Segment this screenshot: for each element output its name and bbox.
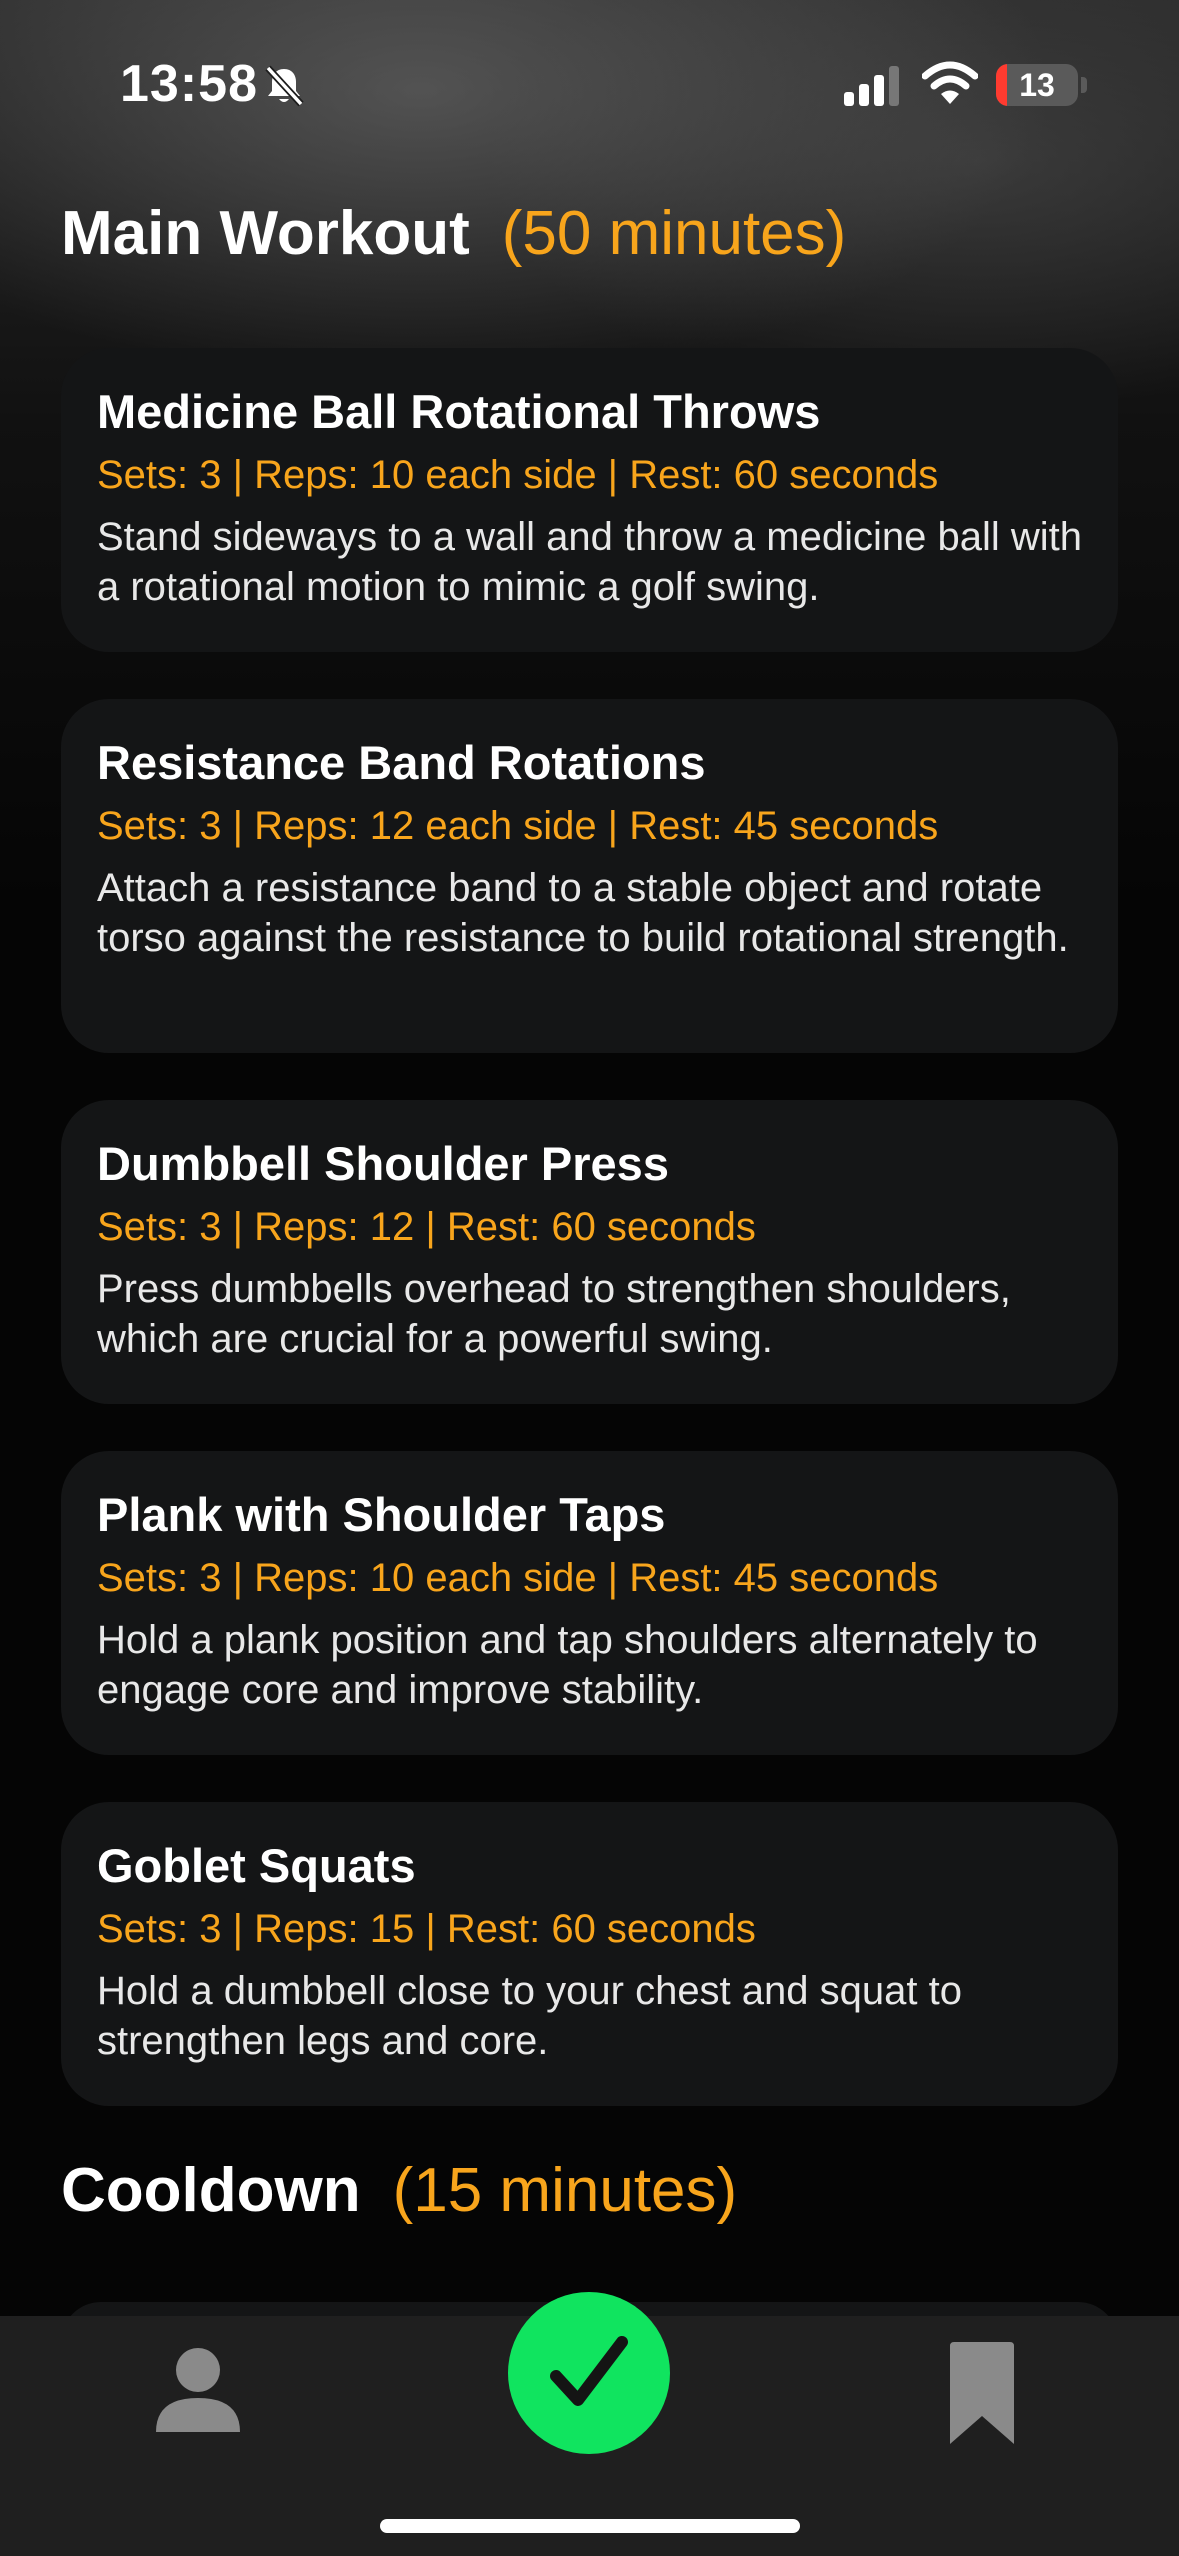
exercise-card[interactable]: Goblet Squats Sets: 3 | Reps: 15 | Rest:… [61, 1802, 1118, 2106]
exercise-description: Stand sideways to a wall and throw a med… [97, 515, 1082, 609]
exercise-name: Dumbbell Shoulder Press [97, 1137, 669, 1190]
section-duration: (50 minutes) [501, 199, 847, 268]
exercise-description: Press dumbbells overhead to strengthen s… [97, 1267, 1011, 1361]
complete-workout-button[interactable] [508, 2292, 670, 2454]
exercise-description: Attach a resistance band to a stable obj… [97, 866, 1069, 960]
exercise-card[interactable]: Plank with Shoulder Taps Sets: 3 | Reps:… [61, 1451, 1118, 1755]
exercise-meta: Sets: 3 | Reps: 10 each side | Rest: 60 … [97, 453, 939, 497]
exercise-meta: Sets: 3 | Reps: 15 | Rest: 60 seconds [97, 1907, 756, 1951]
section-duration: (15 minutes) [392, 2156, 738, 2225]
exercise-card[interactable]: Medicine Ball Rotational Throws Sets: 3 … [61, 348, 1118, 652]
battery-icon: 13 [996, 64, 1078, 106]
bell-slash-icon [265, 65, 304, 107]
cooldown-header: Cooldown (15 minutes) [61, 2155, 737, 2226]
exercise-name: Resistance Band Rotations [97, 736, 706, 789]
status-time: 13:58 [120, 55, 258, 113]
exercise-name: Medicine Ball Rotational Throws [97, 385, 821, 438]
exercise-name: Plank with Shoulder Taps [97, 1488, 666, 1541]
exercise-description: Hold a dumbbell close to your chest and … [97, 1969, 962, 2063]
home-indicator[interactable] [380, 2519, 800, 2533]
battery-nub [1081, 77, 1087, 93]
status-bar: 13:58 13 [0, 0, 1179, 170]
section-title: Cooldown [61, 2156, 361, 2225]
exercise-meta: Sets: 3 | Reps: 12 each side | Rest: 45 … [97, 804, 939, 848]
exercise-name: Goblet Squats [97, 1839, 416, 1892]
exercise-description: Hold a plank position and tap shoulders … [97, 1618, 1038, 1712]
checkmark-icon [550, 2336, 628, 2406]
wifi-icon [922, 61, 978, 104]
person-icon[interactable] [148, 2340, 248, 2440]
exercise-card[interactable]: Dumbbell Shoulder Press Sets: 3 | Reps: … [61, 1100, 1118, 1404]
main-workout-header: Main Workout (50 minutes) [61, 198, 846, 269]
exercise-meta: Sets: 3 | Reps: 10 each side | Rest: 45 … [97, 1556, 939, 1600]
cellular-signal-icon [844, 66, 899, 106]
section-title: Main Workout [61, 199, 470, 268]
bookmark-icon[interactable] [940, 2340, 1024, 2450]
battery-level-text: 13 [1019, 67, 1055, 103]
exercise-card[interactable]: Resistance Band Rotations Sets: 3 | Reps… [61, 699, 1118, 1053]
exercise-meta: Sets: 3 | Reps: 12 | Rest: 60 seconds [97, 1205, 756, 1249]
